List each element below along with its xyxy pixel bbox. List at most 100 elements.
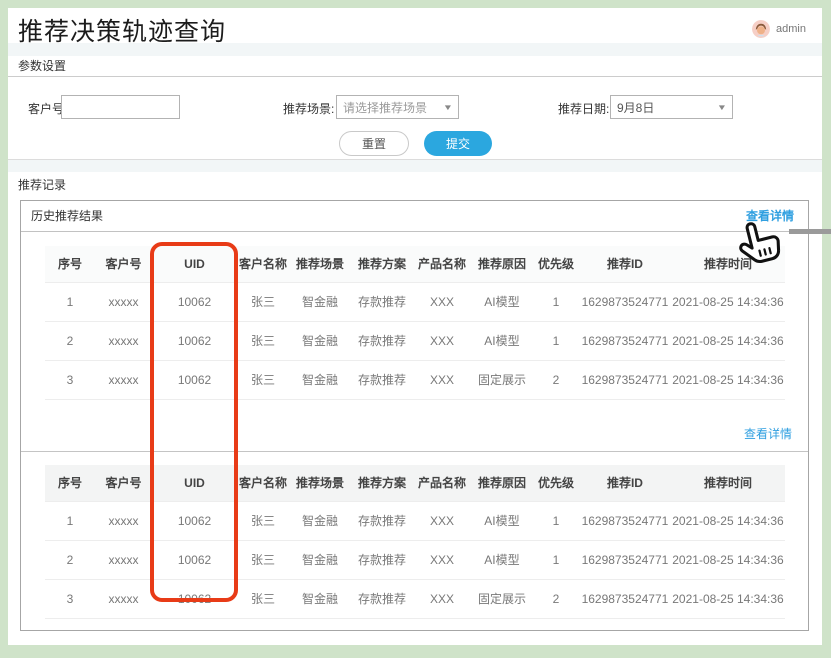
page-title: 推荐决策轨迹查询 <box>8 8 822 48</box>
avatar <box>752 20 770 38</box>
column-header: 优先级 <box>533 465 579 501</box>
table-cell: 1 <box>533 501 579 540</box>
submit-button[interactable]: 提交 <box>424 131 492 156</box>
table-cell: 3 <box>45 360 95 399</box>
table-cell: 2021-08-25 14:34:36 <box>671 540 785 579</box>
table-cell: XXX <box>413 282 471 321</box>
dropdown-caret-icon: ▼ <box>717 103 727 112</box>
customer-number-input[interactable] <box>61 95 180 119</box>
table-cell: 智金融 <box>289 579 351 618</box>
table-cell: 存款推荐 <box>351 321 413 360</box>
annotation-connector-line <box>789 229 831 234</box>
table-cell: 张三 <box>237 321 289 360</box>
date-select[interactable]: 9月8日 ▼ <box>610 95 733 119</box>
table-cell: 1 <box>533 282 579 321</box>
table-cell: 存款推荐 <box>351 579 413 618</box>
table-cell: 2021-08-25 14:34:36 <box>671 501 785 540</box>
scene-select[interactable]: 请选择推荐场景 ▼ <box>336 95 459 119</box>
column-header: 客户名称 <box>237 465 289 501</box>
table-cell: 10062 <box>152 579 237 618</box>
table-cell: xxxxx <box>95 360 152 399</box>
table-cell: 10062 <box>152 282 237 321</box>
table-cell: XXX <box>413 360 471 399</box>
table-cell: 2021-08-25 14:34:36 <box>671 360 785 399</box>
table-cell: 2 <box>533 360 579 399</box>
view-details-link-1[interactable]: 查看详情 <box>746 201 794 232</box>
history-results-title: 历史推荐结果 <box>21 209 103 223</box>
table-cell: 1 <box>533 540 579 579</box>
column-header: 推荐ID <box>579 246 671 282</box>
table-cell: 2021-08-25 14:34:36 <box>671 321 785 360</box>
table-cell: 1629873524771 <box>579 360 671 399</box>
table-cell: 存款推荐 <box>351 540 413 579</box>
table-cell: XXX <box>413 540 471 579</box>
column-header: 推荐ID <box>579 465 671 501</box>
dropdown-caret-icon: ▼ <box>443 103 453 112</box>
column-header: UID <box>152 465 237 501</box>
table-cell: xxxxx <box>95 282 152 321</box>
table-cell: 1629873524771 <box>579 282 671 321</box>
column-header: 推荐原因 <box>471 246 533 282</box>
table-cell: AI模型 <box>471 540 533 579</box>
table-cell: 10062 <box>152 501 237 540</box>
table-cell: xxxxx <box>95 579 152 618</box>
records-section-title: 推荐记录 <box>18 178 66 192</box>
date-label: 推荐日期: <box>558 100 609 117</box>
history-table-1: 序号客户号UID客户名称推荐场景推荐方案产品名称推荐原因优先级推荐ID推荐时间1… <box>45 246 785 400</box>
table-cell: 智金融 <box>289 540 351 579</box>
column-header: 序号 <box>45 465 95 501</box>
table-cell: 智金融 <box>289 282 351 321</box>
table-cell: 1 <box>45 501 95 540</box>
table-row: 2xxxxx10062张三智金融存款推荐XXXAI模型1162987352477… <box>45 540 785 579</box>
table-cell: xxxxx <box>95 540 152 579</box>
table-cell: 1629873524771 <box>579 321 671 360</box>
table-cell: 2 <box>533 579 579 618</box>
section-gap <box>8 160 822 172</box>
table-cell: 10062 <box>152 321 237 360</box>
table-cell: AI模型 <box>471 282 533 321</box>
table-cell: AI模型 <box>471 501 533 540</box>
table-cell: 固定展示 <box>471 360 533 399</box>
table-cell: 存款推荐 <box>351 282 413 321</box>
table-cell: 张三 <box>237 360 289 399</box>
view-details-link-2[interactable]: 查看详情 <box>744 425 792 442</box>
form-buttons: 重置 提交 <box>8 131 822 157</box>
column-header: 推荐方案 <box>351 246 413 282</box>
column-header: 序号 <box>45 246 95 282</box>
table-cell: 存款推荐 <box>351 501 413 540</box>
column-header: 推荐场景 <box>289 246 351 282</box>
page-frame: 推荐决策轨迹查询 admin 参数设置 客户号: 推荐场景: <box>0 0 831 658</box>
page: 推荐决策轨迹查询 admin 参数设置 客户号: 推荐场景: <box>8 8 822 645</box>
table-cell: 固定展示 <box>471 579 533 618</box>
scene-select-value: 请选择推荐场景 <box>343 99 427 116</box>
params-section-header: 参数设置 <box>8 56 822 77</box>
history-table-1-wrap: 序号客户号UID客户名称推荐场景推荐方案产品名称推荐原因优先级推荐ID推荐时间1… <box>45 246 785 400</box>
table-cell: 存款推荐 <box>351 360 413 399</box>
column-header: 客户号 <box>95 465 152 501</box>
user-menu[interactable]: admin <box>752 20 806 38</box>
history-table-2: 序号客户号UID客户名称推荐场景推荐方案产品名称推荐原因优先级推荐ID推荐时间1… <box>45 465 785 619</box>
table-cell: 1629873524771 <box>579 540 671 579</box>
reset-button[interactable]: 重置 <box>339 131 409 156</box>
table-cell: 张三 <box>237 501 289 540</box>
table-cell: AI模型 <box>471 321 533 360</box>
table-header-row: 序号客户号UID客户名称推荐场景推荐方案产品名称推荐原因优先级推荐ID推荐时间 <box>45 246 785 282</box>
column-header: 推荐时间 <box>671 465 785 501</box>
scene-label: 推荐场景: <box>283 100 334 117</box>
section-divider <box>21 451 808 452</box>
table-row: 3xxxxx10062张三智金融存款推荐XXX固定展示2162987352477… <box>45 579 785 618</box>
table-cell: 2 <box>45 321 95 360</box>
history-results-panel: 历史推荐结果 查看详情 序号客户号UID客户名称推荐场景推荐方案产品名称推荐原因… <box>20 200 809 631</box>
table-cell: XXX <box>413 321 471 360</box>
params-section-title: 参数设置 <box>18 59 66 73</box>
column-header: 推荐时间 <box>671 246 785 282</box>
table-cell: 3 <box>45 579 95 618</box>
title-bar: 推荐决策轨迹查询 admin <box>8 8 822 43</box>
records-section-header: 推荐记录 <box>8 172 822 198</box>
table-cell: XXX <box>413 501 471 540</box>
table-cell: 张三 <box>237 540 289 579</box>
column-header: 推荐场景 <box>289 465 351 501</box>
query-form: 客户号: 推荐场景: 请选择推荐场景 ▼ 推荐日期: 9月8日 ▼ 重置 提交 <box>8 77 822 160</box>
date-select-value: 9月8日 <box>617 99 654 116</box>
table-row: 1xxxxx10062张三智金融存款推荐XXXAI模型1162987352477… <box>45 501 785 540</box>
